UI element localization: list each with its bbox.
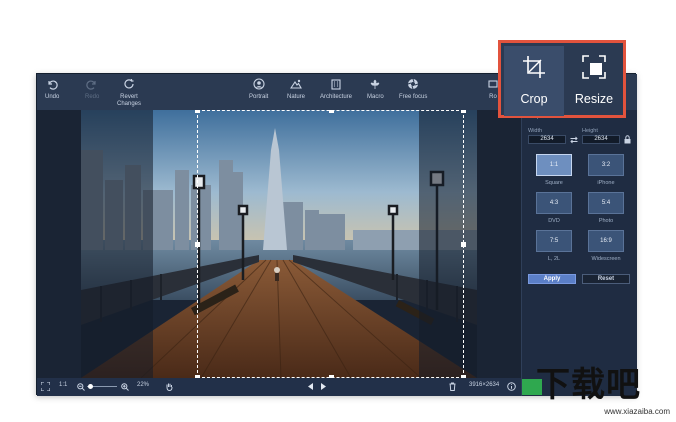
preset-label: Portrait — [249, 94, 269, 100]
aperture-icon — [408, 78, 419, 90]
crop-handle[interactable] — [195, 242, 200, 247]
ratio-caption: iPhone — [597, 180, 615, 186]
crop-handle[interactable] — [461, 242, 466, 247]
redo-button[interactable]: Redo — [85, 78, 99, 101]
fullscreen-icon[interactable] — [41, 382, 50, 391]
watermark-logo: 下载吧 www.xiazaiba.com — [536, 365, 672, 419]
mountain-icon — [290, 79, 302, 89]
preset-macro[interactable]: Macro — [367, 78, 384, 101]
width-label: Width — [528, 128, 543, 134]
resize-icon — [582, 55, 606, 79]
trash-icon[interactable] — [449, 382, 456, 391]
image-dimensions: 3916×2634 — [469, 382, 500, 388]
ratio-3-2-button[interactable]: 3:2 — [588, 154, 624, 176]
photo-editor-window: Undo Redo Revert Changes Portrait Nature… — [36, 73, 637, 396]
revert-changes-button[interactable]: Revert Changes — [117, 78, 141, 108]
crop-resize-callout: Crop Resize — [498, 40, 626, 118]
ratio-16-9-button[interactable]: 16:9 — [588, 230, 624, 252]
width-field[interactable]: 2634 — [528, 135, 566, 144]
watermark-brand: 下载吧 — [536, 365, 641, 405]
undo-button[interactable]: Undo — [45, 78, 59, 101]
redo-label: Redo — [85, 94, 100, 100]
ratio-caption: Square — [545, 180, 563, 186]
preset-label: Free focus — [399, 94, 428, 100]
preset-label: Architecture — [320, 94, 353, 100]
zoom-in-icon[interactable] — [121, 383, 129, 391]
crop-handle[interactable] — [461, 110, 466, 113]
resize-tab-label: Resize — [574, 92, 614, 106]
preset-label: Nature — [287, 94, 306, 100]
ratio-7-5-button[interactable]: 7:5 — [536, 230, 572, 252]
zoom-slider-thumb[interactable] — [88, 384, 93, 389]
crop-handle[interactable] — [329, 110, 334, 113]
ratio-caption: Photo — [598, 218, 614, 224]
crop-handle[interactable] — [195, 110, 200, 113]
ratio-4-3-button[interactable]: 4:3 — [536, 192, 572, 214]
preset-nature[interactable]: Nature — [287, 78, 305, 101]
building-icon — [331, 79, 341, 90]
ratio-1-1-button[interactable]: 1:1 — [536, 154, 572, 176]
zoom-out-icon[interactable] — [77, 383, 85, 391]
refresh-icon — [124, 79, 134, 89]
image-canvas[interactable] — [37, 110, 521, 378]
flower-icon — [370, 79, 380, 89]
previous-arrow-icon[interactable] — [307, 383, 314, 390]
preset-architecture[interactable]: Architecture — [320, 78, 352, 101]
crop-icon — [523, 56, 545, 78]
reset-button[interactable]: Reset — [582, 274, 630, 284]
ratio-5-4-button[interactable]: 5:4 — [588, 192, 624, 214]
swap-dimensions-icon[interactable] — [570, 136, 578, 144]
preset-label: Macro — [367, 94, 384, 100]
next-arrow-icon[interactable] — [320, 383, 327, 390]
zoom-level: 22% — [137, 382, 150, 388]
resize-tab[interactable]: Resize — [564, 46, 624, 116]
photo-image — [81, 110, 477, 378]
actual-size-button[interactable]: 1:1 — [59, 382, 67, 388]
preset-free-focus[interactable]: Free focus — [399, 78, 427, 101]
hand-pan-icon[interactable] — [165, 382, 174, 391]
undo-label: Undo — [45, 94, 60, 100]
ratio-caption: DVD — [548, 218, 560, 224]
undo-icon — [48, 80, 58, 90]
status-bar: 1:1 22% 3916×2634 — [37, 378, 521, 396]
ratio-caption: L, 2L — [547, 256, 561, 262]
height-field[interactable]: 2634 — [582, 135, 620, 144]
crop-tab[interactable]: Crop — [504, 46, 564, 116]
watermark-url: www.xiazaiba.com — [604, 407, 670, 416]
revert-label-line2: Changes — [117, 101, 142, 107]
crop-tab-label: Crop — [520, 92, 548, 106]
crop-selection-frame[interactable] — [195, 110, 466, 378]
portrait-icon — [253, 78, 265, 90]
redo-icon — [86, 80, 96, 90]
lock-aspect-icon[interactable] — [624, 135, 631, 144]
info-icon[interactable] — [507, 382, 516, 391]
preset-portrait[interactable]: Portrait — [249, 78, 268, 101]
rotate-label: Ro — [489, 94, 497, 100]
crop-settings-panel: Crop Width Height 2634 2634 1:1 Square 3… — [521, 110, 637, 396]
ratio-caption: Widescreen — [591, 256, 621, 262]
height-label: Height — [582, 128, 598, 134]
apply-button[interactable]: Apply — [528, 274, 576, 284]
revert-label-line1: Revert — [120, 94, 138, 100]
crop-mask-left — [81, 110, 153, 378]
